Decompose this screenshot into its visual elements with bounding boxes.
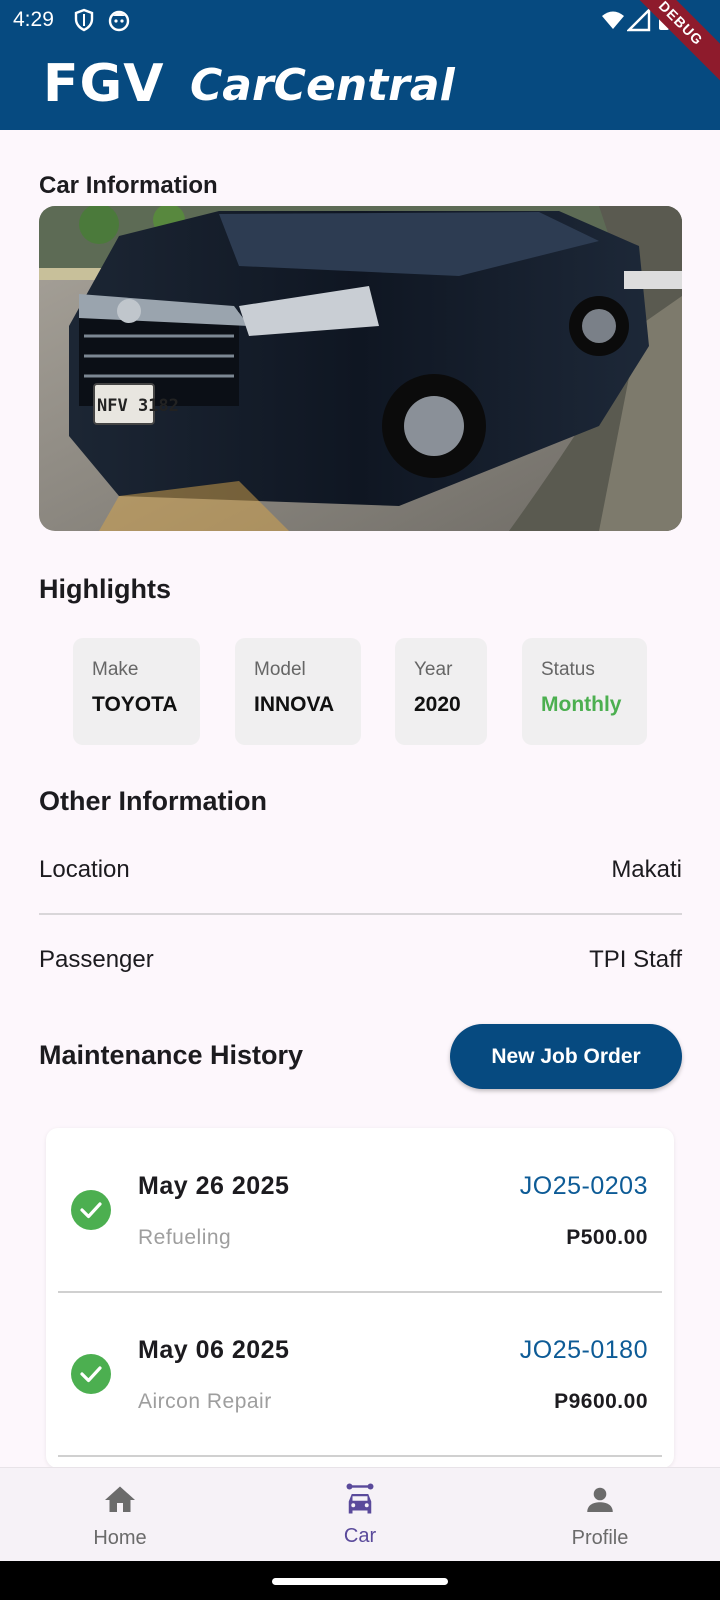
highlight-label: Year [414, 659, 453, 680]
highlight-value: INNOVA [254, 693, 335, 716]
maintenance-history-list: May 26 2025 Refueling JO25-0203 P500.00 … [46, 1128, 674, 1468]
job-order-link[interactable]: JO25-0180 [520, 1336, 648, 1365]
maintenance-title: Maintenance History [39, 1040, 304, 1070]
history-item[interactable]: May 26 2025 Refueling JO25-0203 P500.00 [46, 1128, 674, 1292]
history-type: Refueling [138, 1226, 232, 1249]
logo-product: CarCentral [190, 60, 455, 111]
highlights-title: Highlights [39, 574, 171, 604]
shield-icon [74, 8, 94, 32]
job-order-link[interactable]: JO25-0203 [520, 1172, 648, 1201]
highlight-value: TOYOTA [92, 693, 178, 716]
person-icon [587, 1487, 613, 1512]
info-key: Location [39, 856, 130, 883]
history-item[interactable]: May 06 2025 Aircon Repair JO25-0180 P960… [46, 1292, 674, 1456]
car-icon [346, 1483, 374, 1514]
home-gesture-handle[interactable] [272, 1578, 448, 1585]
car-info-title: Car Information [39, 172, 218, 199]
highlight-year: Year 2020 [395, 638, 487, 745]
system-nav-bar [0, 1561, 720, 1600]
nav-car[interactable]: Car [240, 1468, 480, 1562]
history-date: May 26 2025 [138, 1172, 290, 1200]
new-job-order-button[interactable]: New Job Order [450, 1024, 682, 1089]
check-circle-icon [71, 1354, 111, 1394]
nav-label: Car [343, 1525, 377, 1547]
history-amount: P500.00 [566, 1226, 648, 1249]
check-circle-icon [71, 1190, 111, 1230]
divider [39, 913, 682, 915]
highlight-label: Model [254, 659, 306, 680]
history-date: May 06 2025 [138, 1336, 290, 1364]
home-icon [105, 1486, 135, 1512]
status-time: 4:29 [13, 8, 54, 31]
nav-label: Home [93, 1527, 147, 1549]
bottom-navigation: Home Car Profile [0, 1467, 720, 1561]
nav-profile[interactable]: Profile [480, 1468, 720, 1562]
info-value: Makati [611, 856, 682, 883]
debug-ribbon: DEBUG [600, 0, 720, 120]
highlight-status: Status Monthly [522, 638, 647, 745]
car-photo: NFV 3182 [39, 206, 682, 531]
highlight-label: Make [92, 659, 139, 680]
nav-home[interactable]: Home [0, 1468, 240, 1562]
other-info-title: Other Information [39, 786, 267, 816]
plate-text: NFV 3182 [97, 396, 179, 416]
info-key: Passenger [39, 946, 154, 973]
nav-label: Profile [571, 1527, 629, 1549]
logo-brand: FGV [43, 54, 165, 114]
status-value: Monthly [541, 693, 622, 716]
info-value: TPI Staff [589, 946, 682, 973]
highlight-make: Make TOYOTA [73, 638, 200, 745]
debug-banner-label: DEBUG [611, 0, 720, 93]
highlight-value: 2020 [414, 693, 461, 716]
history-type: Aircon Repair [138, 1390, 272, 1413]
face-icon [108, 10, 130, 32]
highlight-label: Status [541, 659, 595, 680]
divider [58, 1455, 662, 1457]
highlight-model: Model INNOVA [235, 638, 361, 745]
history-amount: P9600.00 [554, 1390, 648, 1413]
